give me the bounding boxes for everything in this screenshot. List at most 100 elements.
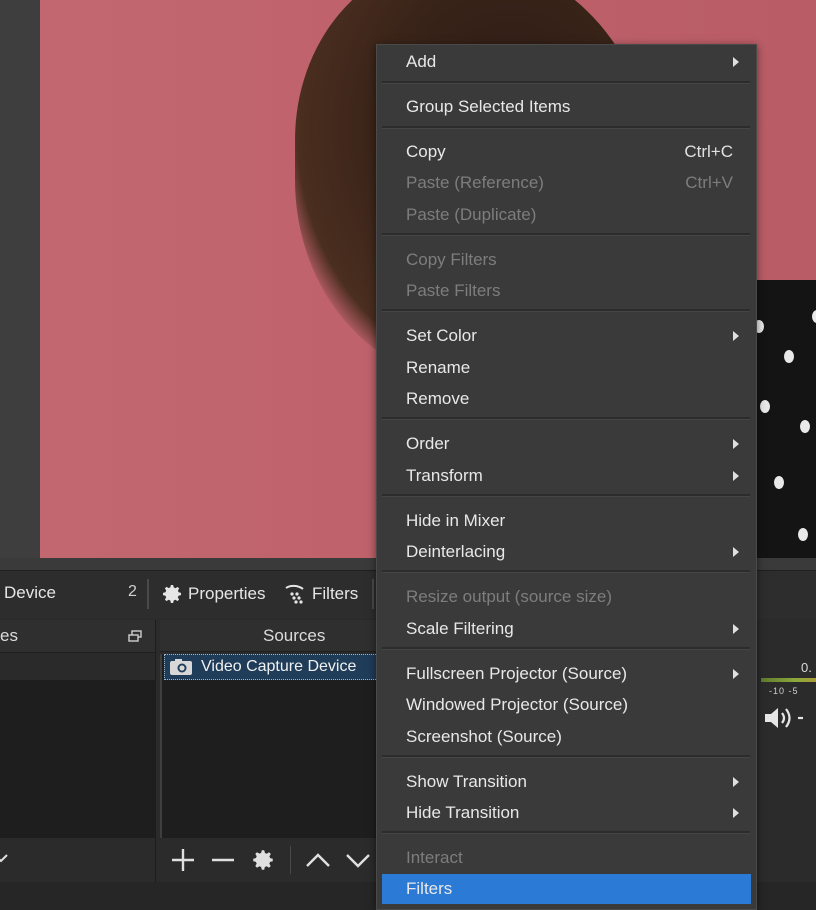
shirt-dot xyxy=(798,528,808,541)
shirt-dot xyxy=(800,420,810,433)
menu-item-shortcut: Ctrl+C xyxy=(684,142,733,161)
camera-icon xyxy=(170,659,192,675)
menu-item-label: Deinterlacing xyxy=(406,542,506,561)
shirt-dot xyxy=(812,310,816,323)
menu-item-label: Hide Transition xyxy=(406,803,520,822)
source-count: 2 xyxy=(128,583,137,600)
menu-item-copy[interactable]: Copy Ctrl+C xyxy=(382,137,751,167)
source-context-menu: Add Group Selected Items Copy Ctrl+C Pas… xyxy=(376,44,757,910)
menu-item-paste-duplicate[interactable]: Paste (Duplicate) xyxy=(382,200,751,230)
filters-label: Filters xyxy=(312,584,359,603)
menu-item-label: Interact xyxy=(406,848,463,867)
menu-item-screenshot[interactable]: Screenshot (Source) xyxy=(382,722,751,752)
shirt-dot xyxy=(784,350,794,363)
menu-item-label: Remove xyxy=(406,389,470,408)
submenu-arrow-icon xyxy=(733,808,739,818)
menu-item-label: Show Transition xyxy=(406,772,527,791)
chevron-down-icon[interactable] xyxy=(345,847,371,873)
source-item-label: Video Capture Device xyxy=(201,658,357,675)
menu-item-label: Copy xyxy=(406,142,446,161)
chevron-up-icon[interactable] xyxy=(305,847,331,873)
menu-item-label: Copy Filters xyxy=(406,250,497,269)
properties-button[interactable]: Properties xyxy=(160,579,265,609)
meter-scale: -10 -5 xyxy=(769,686,799,696)
menu-item-label: Group Selected Items xyxy=(406,97,571,116)
properties-label: Properties xyxy=(188,584,266,603)
filter-icon xyxy=(285,584,304,604)
toolbar-divider xyxy=(372,579,374,609)
submenu-arrow-icon xyxy=(733,777,739,787)
submenu-arrow-icon xyxy=(733,624,739,634)
scenes-list[interactable] xyxy=(0,654,155,838)
gear-icon[interactable] xyxy=(250,847,276,873)
menu-item-windowed-projector[interactable]: Windowed Projector (Source) xyxy=(382,690,751,720)
menu-item-hide-transition[interactable]: Hide Transition xyxy=(382,798,751,828)
menu-item-label: Hide in Mixer xyxy=(406,511,506,530)
menu-item-add[interactable]: Add xyxy=(382,47,751,77)
menu-item-label: Transform xyxy=(406,466,483,485)
chevron-down-icon[interactable] xyxy=(0,852,8,864)
menu-item-copy-filters[interactable]: Copy Filters xyxy=(382,245,751,275)
menu-separator xyxy=(382,570,750,573)
menu-item-label: Paste Filters xyxy=(406,281,501,300)
menu-item-remove[interactable]: Remove xyxy=(382,384,751,414)
submenu-arrow-icon xyxy=(733,331,739,341)
menu-item-deinterlacing[interactable]: Deinterlacing xyxy=(382,537,751,567)
menu-item-paste-filters[interactable]: Paste Filters xyxy=(382,276,751,306)
menu-item-label: Fullscreen Projector (Source) xyxy=(406,664,628,683)
scenes-footer xyxy=(0,840,155,880)
menu-item-filters[interactable]: Filters xyxy=(382,874,751,904)
scenes-dock-title: es xyxy=(0,620,155,653)
menu-item-set-color[interactable]: Set Color xyxy=(382,321,751,351)
submenu-arrow-icon xyxy=(733,669,739,679)
undock-icon[interactable] xyxy=(128,630,142,642)
menu-item-label: Filters xyxy=(406,879,453,898)
source-item-video-capture-device[interactable]: Video Capture Device xyxy=(164,654,378,680)
remove-icon[interactable] xyxy=(210,847,236,873)
selected-source-name: Device xyxy=(4,583,56,602)
menu-item-transform[interactable]: Transform xyxy=(382,461,751,491)
menu-item-fullscreen-projector[interactable]: Fullscreen Projector (Source) xyxy=(382,659,751,689)
menu-separator xyxy=(382,417,750,420)
toolbar-divider xyxy=(147,579,149,609)
menu-item-label: Screenshot (Source) xyxy=(406,727,562,746)
menu-separator xyxy=(382,755,750,758)
audio-mixer-dock: 0. -10 -5 xyxy=(757,620,816,882)
menu-separator xyxy=(382,494,750,497)
scenes-dock-title-text: es xyxy=(0,626,18,645)
menu-separator xyxy=(382,233,750,236)
menu-item-label: Scale Filtering xyxy=(406,619,514,638)
menu-item-label: Resize output (source size) xyxy=(406,587,612,606)
mixer-level-readout: 0. xyxy=(801,660,812,675)
menu-item-group-selected-items[interactable]: Group Selected Items xyxy=(382,92,751,122)
menu-item-show-transition[interactable]: Show Transition xyxy=(382,767,751,797)
menu-item-paste-reference[interactable]: Paste (Reference) Ctrl+V xyxy=(382,168,751,198)
submenu-arrow-icon xyxy=(733,439,739,449)
menu-item-resize-output[interactable]: Resize output (source size) xyxy=(382,582,751,612)
menu-item-interact[interactable]: Interact xyxy=(382,843,751,873)
sources-list[interactable]: Video Capture Device xyxy=(160,654,380,838)
menu-item-label: Paste (Duplicate) xyxy=(406,205,537,224)
add-icon[interactable] xyxy=(170,847,196,873)
menu-item-order[interactable]: Order xyxy=(382,429,751,459)
menu-separator xyxy=(382,831,750,834)
scene-row[interactable] xyxy=(0,654,155,680)
shirt-dot xyxy=(760,400,770,413)
menu-item-rename[interactable]: Rename xyxy=(382,353,751,383)
filters-button[interactable]: Filters xyxy=(282,579,358,609)
menu-item-hide-in-mixer[interactable]: Hide in Mixer xyxy=(382,506,751,536)
speaker-icon[interactable] xyxy=(763,704,803,732)
menu-item-shortcut: Ctrl+V xyxy=(685,173,733,192)
scenes-dock: es xyxy=(0,620,156,882)
menu-separator xyxy=(382,81,750,84)
submenu-arrow-icon xyxy=(733,547,739,557)
preview-margin xyxy=(0,0,40,570)
footer-divider xyxy=(290,846,291,874)
menu-item-label: Order xyxy=(406,434,450,453)
submenu-arrow-icon xyxy=(733,57,739,67)
menu-separator xyxy=(382,126,750,129)
volume-meter xyxy=(761,678,816,682)
shirt-dot xyxy=(774,476,784,489)
menu-item-scale-filtering[interactable]: Scale Filtering xyxy=(382,614,751,644)
menu-item-label: Add xyxy=(406,52,437,71)
